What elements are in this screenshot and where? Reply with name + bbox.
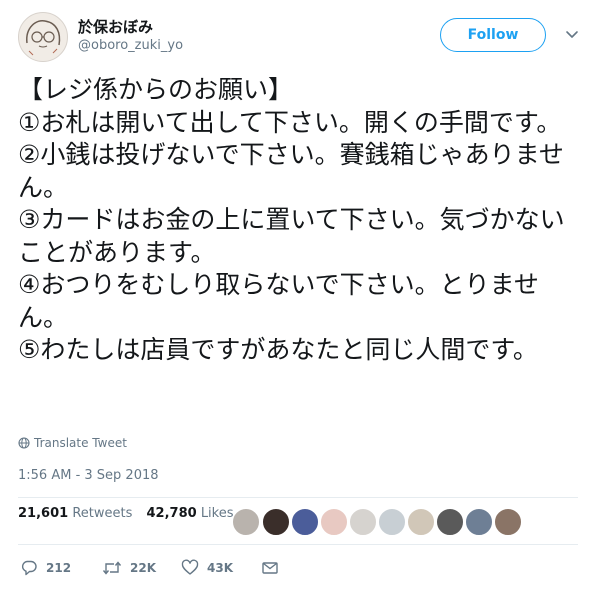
tweet-header: 於保おぼみ @oboro_zuki_yo Follow <box>18 12 584 62</box>
globe-icon <box>18 437 30 449</box>
likes-label[interactable]: Likes <box>201 506 234 521</box>
retweets-label[interactable]: Retweets <box>72 506 132 521</box>
follow-button[interactable]: Follow <box>440 18 546 52</box>
liker-avatar[interactable] <box>465 508 493 536</box>
direct-message-button[interactable] <box>261 556 287 580</box>
retweet-button[interactable]: 22K <box>102 556 156 580</box>
envelope-icon <box>262 562 278 574</box>
liker-avatar[interactable] <box>320 508 348 536</box>
translate-tweet-link[interactable]: Translate Tweet <box>18 436 127 450</box>
liker-avatar[interactable] <box>262 508 290 536</box>
tweet-text: 【レジ係からのお願い】 ①お札は開いて出して下さい。開くの手間です。 ②小銭は投… <box>18 75 565 364</box>
avatar[interactable] <box>18 12 68 62</box>
user-handle[interactable]: @oboro_zuki_yo <box>78 38 183 53</box>
liker-avatar[interactable] <box>232 508 260 536</box>
tweet-timestamp[interactable]: 1:56 AM - 3 Sep 2018 <box>18 468 159 483</box>
liker-avatar[interactable] <box>436 508 464 536</box>
liker-avatar[interactable] <box>407 508 435 536</box>
retweet-icon <box>102 561 122 575</box>
translate-label: Translate Tweet <box>34 436 127 450</box>
divider <box>18 497 578 498</box>
tweet-stats: 21,601 Retweets 42,780 Likes <box>18 506 244 536</box>
likes-count[interactable]: 42,780 <box>147 506 197 521</box>
retweets-count[interactable]: 21,601 <box>18 506 68 521</box>
liker-avatar[interactable] <box>378 508 406 536</box>
reply-count: 212 <box>46 561 72 575</box>
divider <box>18 544 578 545</box>
chevron-down-icon[interactable] <box>564 26 580 42</box>
display-name[interactable]: 於保おぼみ <box>78 16 153 37</box>
like-count: 43K <box>207 561 233 575</box>
liker-avatar[interactable] <box>349 508 377 536</box>
reply-icon <box>21 560 37 576</box>
liker-avatar[interactable] <box>494 508 522 536</box>
retweet-count: 22K <box>130 561 156 575</box>
reply-button[interactable]: 212 <box>20 556 71 580</box>
like-button[interactable]: 43K <box>181 556 233 580</box>
heart-icon <box>181 559 199 575</box>
liker-avatar[interactable] <box>291 508 319 536</box>
